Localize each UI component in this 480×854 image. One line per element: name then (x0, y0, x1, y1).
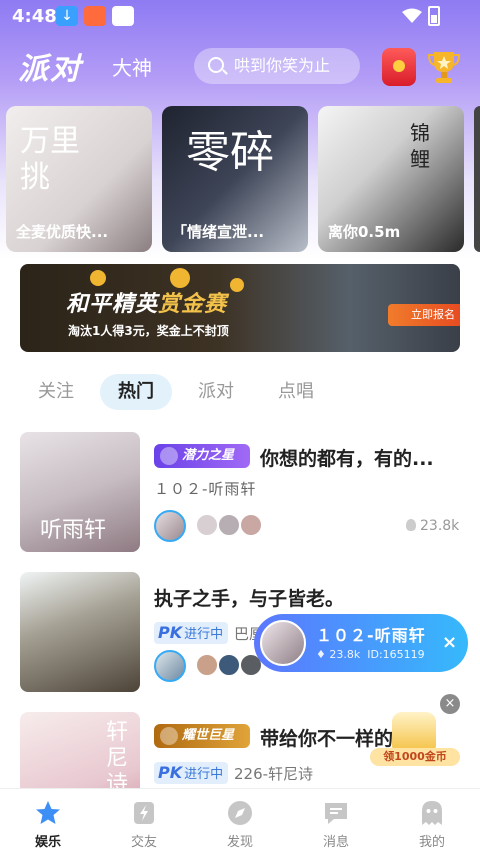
avatar (260, 620, 306, 666)
message-icon (325, 803, 347, 824)
room-title: 执子之手，与子皆老。 (154, 588, 345, 610)
pk-label: PK (158, 763, 183, 782)
rank-badge: 潜力之星 (154, 444, 250, 468)
card-art-text: 锦鲤 (410, 121, 430, 171)
nav-label: 交友 (130, 835, 157, 850)
nav-messages[interactable]: 消息 (288, 789, 384, 854)
avatar (196, 514, 218, 536)
featured-card[interactable]: 锦鲤 离你0.5m (318, 106, 464, 252)
avatar (218, 514, 240, 536)
list-item[interactable]: 听雨轩 潜力之星 你想的都有，有的... １０２-听雨轩 23.8k (20, 432, 480, 558)
tv-app-icon (112, 6, 134, 26)
tab-follow[interactable]: 关注 (20, 374, 92, 410)
compass-icon (228, 801, 252, 825)
flame-icon (406, 519, 416, 531)
coin-reward-widget[interactable]: × 领1000金币 (370, 694, 466, 770)
tab-hot[interactable]: 热门 (100, 374, 172, 410)
card-caption: 离你0.5m (328, 223, 401, 241)
tab-song-request[interactable]: 点唱 (260, 374, 332, 410)
top-nav: 派对 大神 哄到你笑为止 (0, 44, 480, 90)
promo-banner[interactable]: 和平精英赏金赛 淘汰1人得3元，奖金上不封顶 立即报名 (20, 264, 460, 352)
app-notification-icon (84, 6, 106, 26)
tab-party[interactable]: 派对 (180, 374, 252, 410)
tab-master[interactable]: 大神 (112, 52, 152, 81)
featured-card[interactable]: 零碎 「情绪宣泄... (162, 106, 308, 252)
pk-status-badge: PK 进行中 (154, 622, 228, 644)
avatar (154, 650, 186, 682)
room-host: 226-轩尼诗 (234, 765, 314, 783)
search-input[interactable]: 哄到你笑为止 (194, 48, 360, 84)
banner-title: 和平精英赏金赛 (66, 286, 227, 318)
thumbnail-text: 听雨轩 (40, 518, 107, 543)
coin-icon (90, 270, 106, 286)
red-packet-icon[interactable] (382, 48, 416, 86)
wifi-icon (402, 8, 422, 23)
coin-reward-label: 领1000金币 (370, 748, 460, 766)
badge-label: 潜力之星 (182, 448, 235, 463)
floating-room-id: ID:165119 (367, 648, 425, 661)
star-icon (160, 727, 178, 745)
card-art-text: 零碎 (186, 127, 274, 178)
rank-badge: 耀世巨星 (154, 724, 250, 748)
banner-signup-button[interactable]: 立即报名 (388, 304, 460, 326)
featured-rooms: 万里挑 全麦优质快... 零碎 「情绪宣泄... 锦鲤 离你0.5m (0, 106, 480, 256)
nav-label: 娱乐 (34, 835, 61, 850)
nav-label: 发现 (226, 835, 253, 850)
badge-label: 耀世巨星 (182, 728, 235, 743)
close-icon[interactable]: × (442, 632, 457, 653)
ghost-icon (422, 801, 442, 825)
search-placeholder: 哄到你笑为止 (234, 56, 331, 75)
room-thumbnail (20, 572, 140, 692)
room-host: １０２-听雨轩 (154, 480, 257, 498)
nav-label: 消息 (322, 835, 349, 850)
nav-discover[interactable]: 发现 (192, 789, 288, 854)
flame-icon: ♦ (316, 648, 326, 661)
banner-title-b: 赏金赛 (158, 292, 228, 317)
pk-status-badge: PK 进行中 (154, 762, 228, 784)
avatar (218, 654, 240, 676)
card-caption: 「情绪宣泄... (172, 223, 265, 241)
coin-icon (230, 278, 244, 292)
bolt-icon (134, 802, 154, 824)
featured-card[interactable]: 万里挑 全麦优质快... (6, 106, 152, 252)
heat-count: 23.8k (406, 518, 459, 534)
floating-room-meta: ♦ 23.8k ID:165119 (316, 648, 425, 661)
banner-title-a: 和平精英 (66, 292, 159, 317)
room-thumbnail: 听雨轩 (20, 432, 140, 552)
download-icon: ↓ (56, 6, 78, 26)
nav-friends[interactable]: 交友 (96, 789, 192, 854)
trophy-icon[interactable] (428, 48, 460, 86)
tab-party[interactable]: 派对 (18, 44, 82, 88)
star-icon (36, 801, 60, 824)
nav-profile[interactable]: 我的 (384, 789, 480, 854)
bottom-nav: 娱乐 交友 发现 消息 我的 (0, 788, 480, 854)
coin-chest-icon (392, 712, 436, 750)
heat-value: 23.8k (420, 518, 460, 534)
featured-card-partial[interactable] (474, 106, 480, 252)
coin-icon (170, 268, 190, 288)
floating-room-heat: 23.8k (329, 648, 361, 661)
pk-label: PK (158, 623, 183, 642)
room-title: 你想的都有，有的... (260, 448, 434, 470)
avatar (240, 514, 262, 536)
banner-subtitle: 淘汰1人得3元，奖金上不封顶 (68, 324, 229, 338)
floating-room-card[interactable]: １０２-听雨轩 ♦ 23.8k ID:165119 × (254, 614, 468, 672)
status-time: 4:48 (12, 6, 57, 27)
card-art-text: 万里挑 (20, 124, 80, 195)
status-bar: 4:48 ↓ (0, 0, 480, 32)
thumbnail-text: 轩尼诗 (106, 720, 129, 797)
nav-label: 我的 (418, 835, 445, 850)
pk-status: 进行中 (184, 627, 224, 642)
pk-status: 进行中 (184, 767, 224, 782)
nav-entertainment[interactable]: 娱乐 (0, 789, 96, 854)
avatar (196, 654, 218, 676)
battery-icon (428, 6, 440, 26)
search-icon (208, 57, 224, 73)
close-icon[interactable]: × (440, 694, 460, 714)
floating-room-name: １０２-听雨轩 (316, 626, 426, 645)
star-icon (160, 447, 178, 465)
avatar (154, 510, 186, 542)
card-caption: 全麦优质快... (16, 223, 109, 241)
